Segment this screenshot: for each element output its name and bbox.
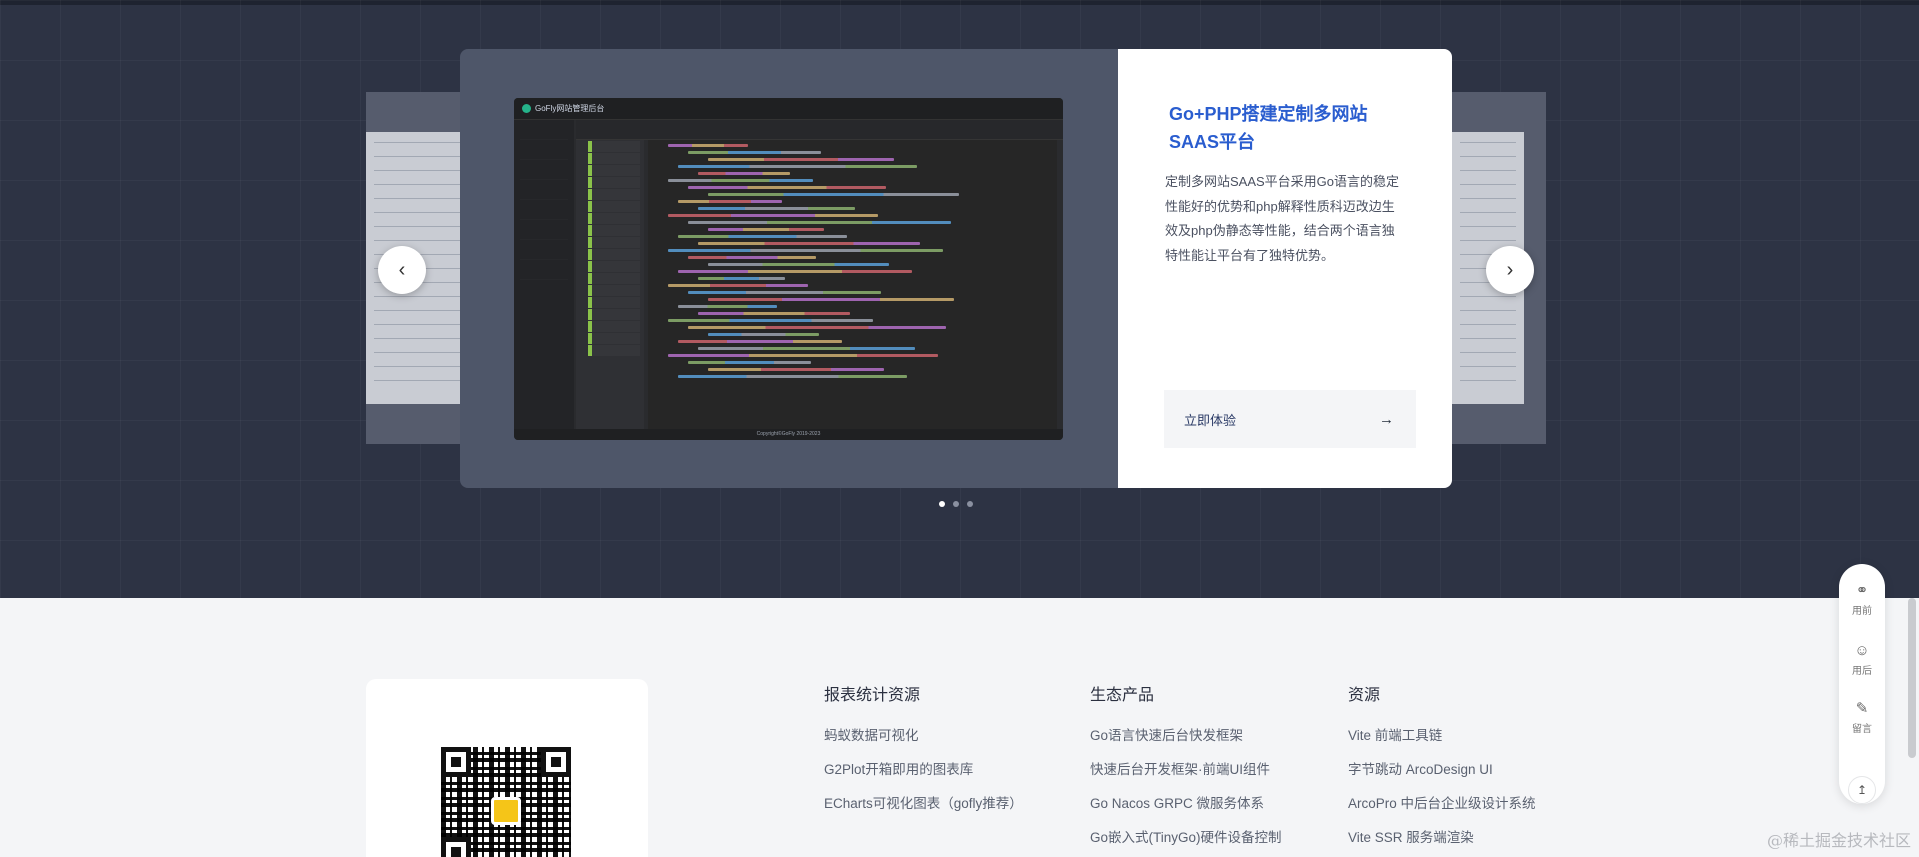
carousel-dot-2[interactable] <box>953 501 959 507</box>
code-line <box>708 368 884 371</box>
pencil-icon: ✎ <box>1855 700 1869 717</box>
slide-text-panel: Go+PHP搭建定制多网站SAAS平台 定制多网站SAAS平台采用Go语言的稳定… <box>1118 49 1452 488</box>
code-line <box>678 200 782 203</box>
site-footer: 报表统计资源 蚂蚁数据可视化 G2Plot开箱即用的图表库 ECharts可视化… <box>0 598 1919 857</box>
footer-link[interactable]: Vite SSR 服务端渲染 <box>1348 828 1536 857</box>
code-line <box>688 221 951 224</box>
carousel-dot-3[interactable] <box>967 501 973 507</box>
gofly-logo-icon <box>522 104 531 113</box>
footer-link[interactable]: ECharts可视化图表（gofly推荐） <box>824 794 1023 828</box>
carousel-dot-1[interactable] <box>939 501 945 507</box>
code-line <box>708 263 889 266</box>
ide-code-editor <box>648 140 1057 430</box>
float-item-label: 留言 <box>1852 724 1872 735</box>
code-line <box>668 354 938 357</box>
code-line <box>688 326 946 329</box>
code-line <box>698 242 920 245</box>
page-scrollbar[interactable] <box>1908 598 1916 758</box>
ide-footer: Copyright©GoFly 2019-2023 <box>514 429 1063 440</box>
float-item-label: 用前 <box>1852 606 1872 617</box>
code-line <box>668 214 878 217</box>
headset-icon: ⚭ <box>1855 582 1869 599</box>
code-line <box>668 319 873 322</box>
back-to-top-icon: ↥ <box>1856 783 1868 797</box>
code-line <box>678 305 777 308</box>
code-line <box>688 291 881 294</box>
code-line <box>698 347 915 350</box>
code-line <box>688 361 811 364</box>
hero-carousel-section: GoFly网站管理后台 Copyright©GoFly 2019-2023 Go… <box>0 0 1919 598</box>
ide-titlebar: GoFly网站管理后台 <box>514 98 1063 120</box>
footer-link[interactable]: G2Plot开箱即用的图表库 <box>824 760 1023 794</box>
qr-center-logo <box>491 797 521 825</box>
slide-description: 定制多网站SAAS平台采用Go语言的稳定性能好的优势和php解释性质科迈改边生效… <box>1165 174 1400 263</box>
code-line <box>668 284 808 287</box>
float-item-before-use[interactable]: ⚭ 用前 <box>1839 582 1885 617</box>
ide-logo: GoFly网站管理后台 <box>522 103 604 114</box>
code-line <box>708 158 894 161</box>
float-item-label: 用后 <box>1852 666 1872 677</box>
ide-tabs <box>576 120 1063 140</box>
code-line <box>708 193 959 196</box>
try-now-label: 立即体验 <box>1184 412 1237 428</box>
code-line <box>668 179 813 182</box>
try-now-button[interactable]: 立即体验 → <box>1164 390 1416 448</box>
footer-column-resources: 资源 Vite 前端工具链 字节跳动 ArcoDesign UI ArcoPro… <box>1348 681 1536 857</box>
footer-column-title: 生态产品 <box>1090 687 1155 704</box>
carousel-indicators <box>939 501 973 507</box>
arrow-right-icon: → <box>1379 410 1394 428</box>
qr-code-card <box>366 679 648 857</box>
code-line <box>698 207 855 210</box>
footer-link[interactable]: Go Nacos GRPC 微服务体系 <box>1090 794 1282 828</box>
chevron-right-icon: › <box>1506 258 1514 281</box>
slide-title: Go+PHP搭建定制多网站SAAS平台 <box>1169 104 1368 152</box>
footer-link[interactable]: 字节跳动 ArcoDesign UI <box>1348 760 1536 794</box>
code-line <box>708 298 954 301</box>
code-line <box>698 277 785 280</box>
ide-app-title: GoFly网站管理后台 <box>535 104 605 113</box>
code-line <box>678 375 907 378</box>
code-line <box>668 249 943 252</box>
carousel-active-slide: GoFly网站管理后台 Copyright©GoFly 2019-2023 Go… <box>460 49 1452 488</box>
qr-code-image <box>441 747 571 857</box>
code-line <box>688 256 816 259</box>
footer-link[interactable]: 蚂蚁数据可视化 <box>824 726 1023 760</box>
footer-link[interactable]: Vite 前端工具链 <box>1348 726 1536 760</box>
footer-link[interactable]: Go嵌入式(TinyGo)硬件设备控制 <box>1090 828 1282 857</box>
user-question-icon: ☺ <box>1854 642 1870 659</box>
code-line <box>678 235 847 238</box>
code-line <box>698 172 790 175</box>
code-line <box>708 333 819 336</box>
footer-link[interactable]: ArcoPro 中后台企业级设计系统 <box>1348 794 1536 828</box>
footer-column-ecosystem: 生态产品 Go语言快速后台快发框架 快速后台开发框架·前端UI组件 Go Nac… <box>1090 681 1282 857</box>
footer-link[interactable]: Go语言快速后台快发框架 <box>1090 726 1282 760</box>
watermark: @稀土掘金技术社区 <box>1766 831 1911 850</box>
code-line <box>688 186 886 189</box>
floating-toolbar: ⚭ 用前 ☺ 用后 ✎ 留言 ↥ <box>1839 564 1885 804</box>
code-line <box>678 340 842 343</box>
back-to-top-button[interactable]: ↥ <box>1848 776 1876 804</box>
code-line <box>708 228 824 231</box>
footer-column-reports: 报表统计资源 蚂蚁数据可视化 G2Plot开箱即用的图表库 ECharts可视化… <box>824 681 1023 828</box>
slide-image-panel: GoFly网站管理后台 Copyright©GoFly 2019-2023 <box>460 49 1118 488</box>
ide-sidebar <box>514 120 574 430</box>
carousel-prev-button[interactable]: ‹ <box>378 246 426 294</box>
code-line <box>668 144 748 147</box>
chevron-left-icon: ‹ <box>398 258 406 281</box>
footer-column-title: 报表统计资源 <box>824 687 921 704</box>
carousel-next-button[interactable]: › <box>1486 246 1534 294</box>
code-line <box>678 165 917 168</box>
code-line <box>678 270 912 273</box>
float-item-after-use[interactable]: ☺ 用后 <box>1839 642 1885 677</box>
float-item-message[interactable]: ✎ 留言 <box>1839 700 1885 735</box>
footer-column-title: 资源 <box>1348 687 1381 704</box>
code-line <box>688 151 821 154</box>
slide-screenshot-ide: GoFly网站管理后台 Copyright©GoFly 2019-2023 <box>514 98 1063 440</box>
code-line <box>698 312 850 315</box>
footer-link[interactable]: 快速后台开发框架·前端UI组件 <box>1090 760 1282 794</box>
ide-file-tree <box>576 140 644 430</box>
